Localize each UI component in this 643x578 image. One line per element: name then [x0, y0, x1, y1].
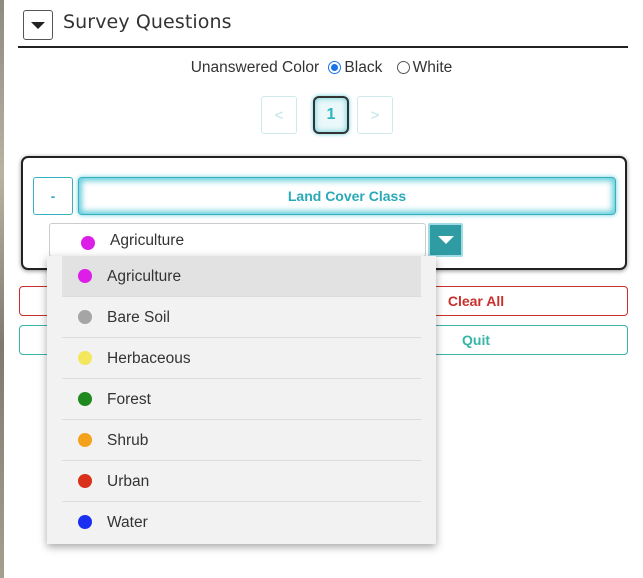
selected-answer-label: Agriculture: [110, 232, 185, 249]
dropdown-option[interactable]: Bare Soil: [62, 297, 421, 338]
dropdown-option-label: Bare Soil: [107, 309, 170, 326]
survey-header: Survey Questions: [18, 0, 628, 48]
dropdown-option-label: Water: [107, 514, 148, 531]
answer-dropdown-toggle[interactable]: [428, 223, 463, 257]
dropdown-option-label: Herbaceous: [107, 350, 191, 367]
dropdown-option[interactable]: Shrub: [62, 420, 421, 461]
radio-white-label[interactable]: White: [413, 59, 453, 76]
dropdown-option[interactable]: Urban: [62, 461, 421, 502]
color-dot-icon: [78, 392, 92, 406]
map-edge-strip: [0, 0, 4, 578]
radio-black[interactable]: [328, 60, 342, 74]
dropdown-option-label: Urban: [107, 473, 150, 490]
pagination: < 1 >: [0, 96, 643, 134]
selected-color-dot: [81, 236, 95, 250]
color-dot-icon: [78, 474, 92, 488]
color-dot-icon: [78, 310, 92, 324]
color-dot-icon: [78, 351, 92, 365]
answer-dropdown-menu: Agriculture Bare Soil Herbaceous Forest Shru…: [47, 256, 436, 544]
color-dot-icon: [78, 515, 92, 529]
next-page-button[interactable]: >: [357, 96, 393, 134]
dropdown-option[interactable]: Forest: [62, 379, 421, 420]
page-1-button[interactable]: 1: [313, 96, 349, 134]
color-dot-icon: [78, 269, 92, 283]
radio-black-label[interactable]: Black: [344, 59, 382, 76]
dropdown-option[interactable]: Agriculture: [62, 256, 421, 297]
unanswered-color-label: Unanswered Color: [190, 59, 320, 76]
caret-down-icon: [31, 21, 45, 29]
dropdown-option[interactable]: Herbaceous: [62, 338, 421, 379]
dropdown-option[interactable]: Water: [62, 502, 421, 543]
collapse-question-button[interactable]: -: [33, 177, 73, 215]
collapse-survey-button[interactable]: [23, 10, 53, 40]
question-card: - Land Cover Class Agriculture: [21, 156, 627, 270]
dropdown-option-label: Forest: [107, 391, 151, 408]
unanswered-color-row: Unanswered Color Black White: [0, 59, 643, 77]
caret-down-icon: [437, 236, 454, 244]
dropdown-option-label: Shrub: [107, 432, 149, 449]
prev-page-button[interactable]: <: [261, 96, 297, 134]
answer-select[interactable]: Agriculture: [49, 223, 426, 257]
survey-title: Survey Questions: [63, 11, 232, 33]
radio-white[interactable]: [396, 60, 410, 74]
dropdown-option-label: Agriculture: [107, 268, 182, 285]
color-dot-icon: [78, 433, 92, 447]
question-title-button[interactable]: Land Cover Class: [78, 177, 616, 215]
